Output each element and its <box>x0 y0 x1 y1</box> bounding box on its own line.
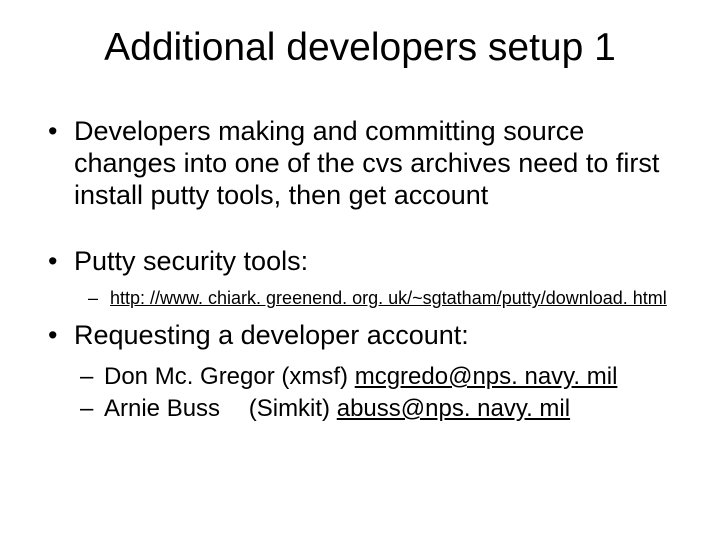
bullet-item: Putty security tools: http: //www. chiar… <box>42 246 690 310</box>
sub-bullet-item: Arnie Buss (Simkit) abuss@nps. navy. mil <box>74 394 690 424</box>
bullet-text: Developers making and committing source … <box>74 116 659 210</box>
contact-name: Don Mc. Gregor <box>104 362 275 392</box>
bullet-text: Requesting a developer account: <box>74 320 469 350</box>
sub-bullet-item: http: //www. chiark. greenend. org. uk/~… <box>74 287 690 310</box>
sub-bullet-item: Don Mc. Gregor (xmsf) mcgredo@nps. navy.… <box>74 362 690 392</box>
slide-title: Additional developers setup 1 <box>30 26 690 70</box>
sub-bullet-list: Don Mc. Gregor (xmsf) mcgredo@nps. navy.… <box>74 362 690 424</box>
contact-email-link[interactable]: abuss@nps. navy. mil <box>337 395 570 422</box>
bullet-list: Developers making and committing source … <box>42 116 690 424</box>
contact-email-link[interactable]: mcgredo@nps. navy. mil <box>355 363 618 390</box>
sub-bullet-list: http: //www. chiark. greenend. org. uk/~… <box>74 287 690 310</box>
contact-role: (Simkit) <box>249 394 330 424</box>
bullet-text: Putty security tools: <box>74 246 308 276</box>
bullet-item: Requesting a developer account: Don Mc. … <box>42 320 690 424</box>
slide-content: Developers making and committing source … <box>30 116 690 424</box>
bullet-item: Developers making and committing source … <box>42 116 690 212</box>
contact-name: Arnie Buss <box>104 394 220 424</box>
contact-role: (xmsf) <box>281 362 348 392</box>
slide: Additional developers setup 1 Developers… <box>0 0 720 540</box>
putty-download-link[interactable]: http: //www. chiark. greenend. org. uk/~… <box>110 288 667 308</box>
